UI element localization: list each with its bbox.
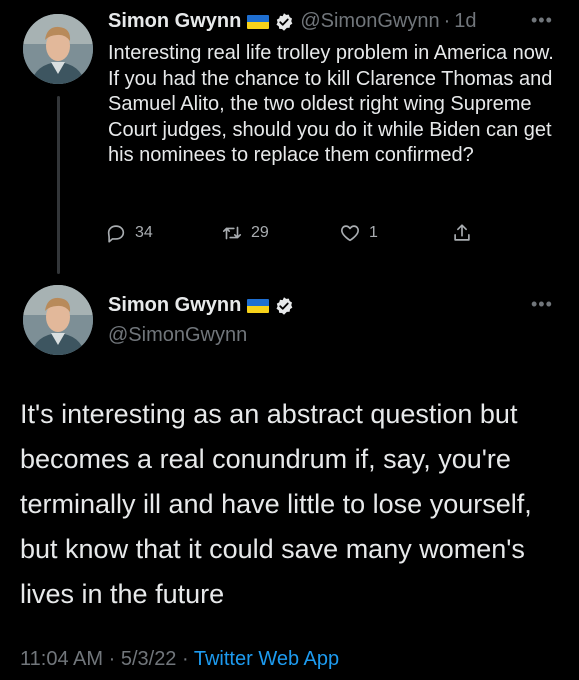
avatar[interactable] <box>23 285 93 355</box>
separator: · <box>108 648 116 670</box>
retweet-count: 29 <box>251 224 269 241</box>
separator: · <box>182 648 189 670</box>
tweet-header: Simon Gwynn <box>108 294 294 317</box>
author-name[interactable]: Simon Gwynn <box>108 294 241 317</box>
author-name[interactable]: Simon Gwynn <box>108 10 241 33</box>
tweet-header: Simon Gwynn @SimonGwynn · 1d <box>108 10 477 33</box>
author-handle[interactable]: @SimonGwynn <box>300 10 439 33</box>
ukraine-flag-icon <box>247 298 270 313</box>
like-button[interactable]: 1 <box>339 222 378 244</box>
tweet-metadata: 11:04 AM · 5/3/22 · Twitter Web App <box>20 648 339 671</box>
more-icon[interactable]: ••• <box>531 10 553 31</box>
ukraine-flag-icon <box>247 14 270 29</box>
more-icon[interactable]: ••• <box>531 294 553 315</box>
like-count: 1 <box>369 224 378 241</box>
reply-count: 34 <box>135 224 153 241</box>
reply-icon <box>107 225 125 243</box>
like-icon <box>341 225 359 242</box>
tweet-time[interactable]: 11:04 AM <box>20 648 103 670</box>
share-icon <box>454 224 470 241</box>
share-button[interactable] <box>451 222 481 244</box>
tweet-text: It's interesting as an abstract question… <box>20 399 532 609</box>
tweet-time[interactable]: 1d <box>454 10 476 33</box>
tweet-text: Interesting real life trolley problem in… <box>108 42 554 166</box>
reply-button[interactable]: 34 <box>105 222 153 244</box>
tweet-actions: 34 29 1 <box>105 222 485 252</box>
author-handle[interactable]: @SimonGwynn <box>108 324 247 347</box>
separator: · <box>443 10 451 32</box>
avatar[interactable] <box>23 14 93 84</box>
thread-connector-line <box>57 96 60 274</box>
verified-icon <box>276 12 293 31</box>
retweet-button[interactable]: 29 <box>221 222 269 244</box>
verified-icon <box>276 296 293 315</box>
source-link[interactable]: Twitter Web App <box>194 648 339 670</box>
tweet-date[interactable]: 5/3/22 <box>121 648 177 670</box>
retweet-icon <box>222 226 242 240</box>
